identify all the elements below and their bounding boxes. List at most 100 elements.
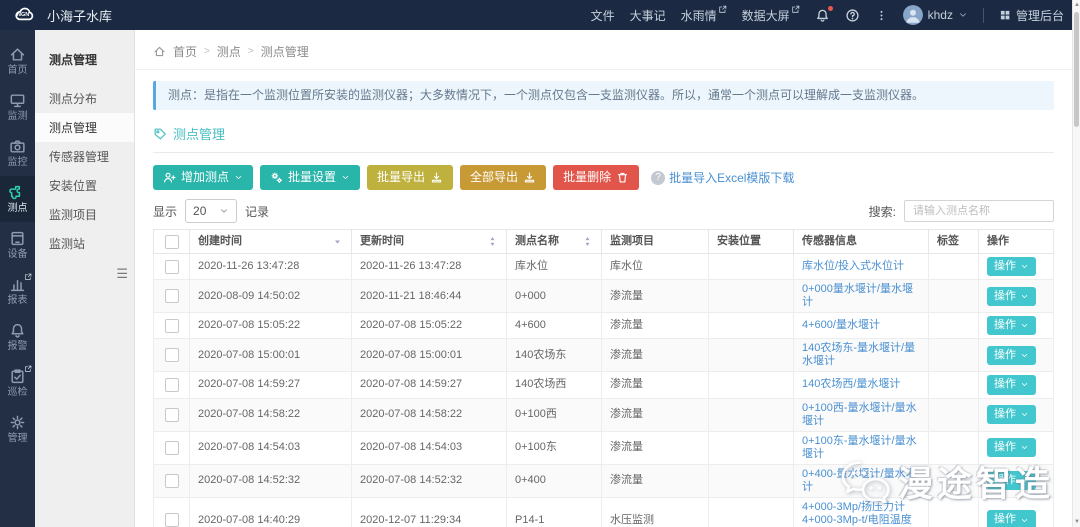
submenu-item[interactable]: 安装位置 — [35, 171, 134, 200]
row-checkbox[interactable] — [165, 474, 179, 488]
page-size-select[interactable]: 20 — [185, 199, 237, 223]
sidebar-item[interactable]: 监测 — [0, 84, 35, 130]
search-input[interactable] — [904, 200, 1054, 222]
toolbar-button[interactable]: 批量设置 — [260, 165, 360, 189]
cell-sensor-info[interactable]: 140农场东-量水堰计/量水堰计 — [794, 339, 929, 372]
cell-sensor-info[interactable]: 4+600/量水堰计 — [794, 313, 929, 339]
submenu-item[interactable]: 传感器管理 — [35, 142, 134, 171]
external-link-icon — [24, 273, 32, 281]
help-icon[interactable] — [845, 8, 860, 23]
topbar-menu-item[interactable]: 大事记 — [630, 7, 666, 24]
table-header-cell[interactable]: 测点名称 — [507, 230, 602, 254]
cell-created-time: 2020-08-09 14:50:02 — [190, 280, 352, 313]
cell-point-name: 库水位 — [507, 254, 602, 280]
cell-created-time: 2020-07-08 14:59:27 — [190, 372, 352, 398]
cell-monitor-project: 水压监测 — [602, 497, 709, 527]
cell-tag — [929, 339, 979, 372]
row-action-button[interactable]: 操作 — [987, 375, 1036, 394]
cell-sensor-info[interactable]: 库水位/投入式水位计 — [794, 254, 929, 280]
topbar-menu-item[interactable]: 数据大屏 — [742, 7, 800, 24]
vertical-scrollbar[interactable]: ▲ ▼ — [1072, 0, 1080, 527]
select-all-checkbox[interactable] — [165, 235, 179, 249]
cell-created-time: 2020-07-08 14:54:03 — [190, 431, 352, 464]
submenu-item[interactable]: 测点管理 — [35, 113, 134, 142]
table-header-cell[interactable]: 更新时间 — [352, 230, 507, 254]
notifications-bell[interactable] — [815, 8, 830, 23]
row-checkbox[interactable] — [165, 289, 179, 303]
scrollbar-down-arrow[interactable]: ▼ — [1073, 517, 1080, 527]
admin-backend-link[interactable]: 管理后台 — [999, 7, 1064, 24]
breadcrumb-separator: > — [204, 46, 210, 57]
toolbar-button[interactable]: 批量删除 — [553, 165, 639, 189]
app-logo[interactable]: NGN — [10, 5, 38, 25]
sidebar-item[interactable]: 巡检 — [0, 360, 35, 406]
sidebar-item[interactable]: 报警 — [0, 314, 35, 360]
kebab-menu-icon[interactable] — [875, 8, 888, 23]
action-label: 操作 — [994, 290, 1016, 303]
excel-template-download-link[interactable]: ? 批量导入Excel模版下载 — [651, 169, 794, 186]
table-header-cell[interactable]: 操作 — [979, 230, 1054, 254]
toolbar-button[interactable]: 全部导出 — [460, 165, 546, 189]
table-row: 2020-07-08 14:40:29 2020-12-07 11:29:34 … — [154, 497, 1054, 527]
cell-sensor-info[interactable]: 0+000量水堰计/量水堰计 — [794, 280, 929, 313]
breadcrumb-section[interactable]: 测点 — [217, 43, 241, 60]
row-checkbox[interactable] — [165, 513, 179, 527]
sidebar-item[interactable]: 管理 — [0, 406, 35, 452]
sidebar-item[interactable]: 报表 — [0, 268, 35, 314]
toolbar-button[interactable]: 批量导出 — [367, 165, 453, 189]
row-checkbox[interactable] — [165, 408, 179, 422]
sidebar-item[interactable]: 监控 — [0, 130, 35, 176]
topbar-menu-item[interactable]: 文件 — [591, 7, 615, 24]
sidebar-item[interactable]: 测点 — [0, 176, 35, 222]
scrollbar-thumb[interactable] — [1074, 12, 1079, 127]
page-title: 测点管理 — [173, 124, 225, 143]
row-checkbox[interactable] — [165, 441, 179, 455]
scrollbar-up-arrow[interactable]: ▲ — [1073, 0, 1080, 10]
user-menu[interactable]: khdz — [903, 5, 968, 25]
sort-desc-icon — [332, 236, 343, 247]
submenu-item[interactable]: 监测项目 — [35, 200, 134, 229]
cell-sensor-info[interactable]: 4+000-3Mp/扬压力计 4+000-3Mp-t/电阻温度计 — [794, 497, 929, 527]
sidebar-collapse-icon[interactable]: ☰ — [116, 267, 128, 280]
chevron-down-icon — [234, 173, 243, 182]
row-checkbox[interactable] — [165, 378, 179, 392]
row-action-button[interactable]: 操作 — [987, 316, 1036, 335]
external-link-icon — [718, 5, 727, 14]
row-action-button[interactable]: 操作 — [987, 257, 1036, 276]
sidebar-item[interactable]: 首页 — [0, 38, 35, 84]
table-header-cell[interactable]: 监测项目 — [602, 230, 709, 254]
records-label: 记录 — [245, 203, 269, 220]
excel-link-label: 批量导入Excel模版下载 — [669, 169, 794, 186]
button-label: 批量删除 — [563, 170, 611, 184]
cell-sensor-info[interactable]: 0+400-量水堰计/量水堰计 — [794, 464, 929, 497]
home-icon — [153, 45, 166, 58]
sidebar-item[interactable]: 设备 — [0, 222, 35, 268]
cell-monitor-project: 渗流量 — [602, 280, 709, 313]
button-label: 批量设置 — [288, 170, 336, 184]
submenu-item[interactable]: 测点分布 — [35, 84, 134, 113]
cell-sensor-info[interactable]: 0+100东-量水堰计/量水堰计 — [794, 431, 929, 464]
row-action-button[interactable]: 操作 — [987, 287, 1036, 306]
row-action-button[interactable]: 操作 — [987, 346, 1036, 365]
row-checkbox[interactable] — [165, 319, 179, 333]
table-header-cell[interactable]: 创建时间 — [190, 230, 352, 254]
table-header-cell[interactable]: 传感器信息 — [794, 230, 929, 254]
breadcrumb-home[interactable]: 首页 — [173, 43, 197, 60]
row-action-button[interactable]: 操作 — [987, 405, 1036, 424]
chevron-down-icon — [1020, 476, 1029, 485]
action-label: 操作 — [994, 474, 1016, 487]
toolbar-button[interactable]: 增加测点 — [153, 165, 253, 189]
chevron-down-icon — [1020, 410, 1029, 419]
row-action-button[interactable]: 操作 — [987, 510, 1036, 527]
topbar-menu-item[interactable]: 水雨情 — [681, 7, 727, 24]
row-checkbox[interactable] — [165, 260, 179, 274]
cell-sensor-info[interactable]: 140农场西/量水堰计 — [794, 372, 929, 398]
row-action-button[interactable]: 操作 — [987, 471, 1036, 490]
row-action-button[interactable]: 操作 — [987, 438, 1036, 457]
submenu-item[interactable]: 监测站 — [35, 229, 134, 258]
table-header-cell[interactable]: 标签 — [929, 230, 979, 254]
table-header-cell[interactable]: 安装位置 — [709, 230, 794, 254]
cell-sensor-info[interactable]: 0+100西-量水堰计/量水堰计 — [794, 398, 929, 431]
action-label: 操作 — [994, 349, 1016, 362]
row-checkbox[interactable] — [165, 348, 179, 362]
